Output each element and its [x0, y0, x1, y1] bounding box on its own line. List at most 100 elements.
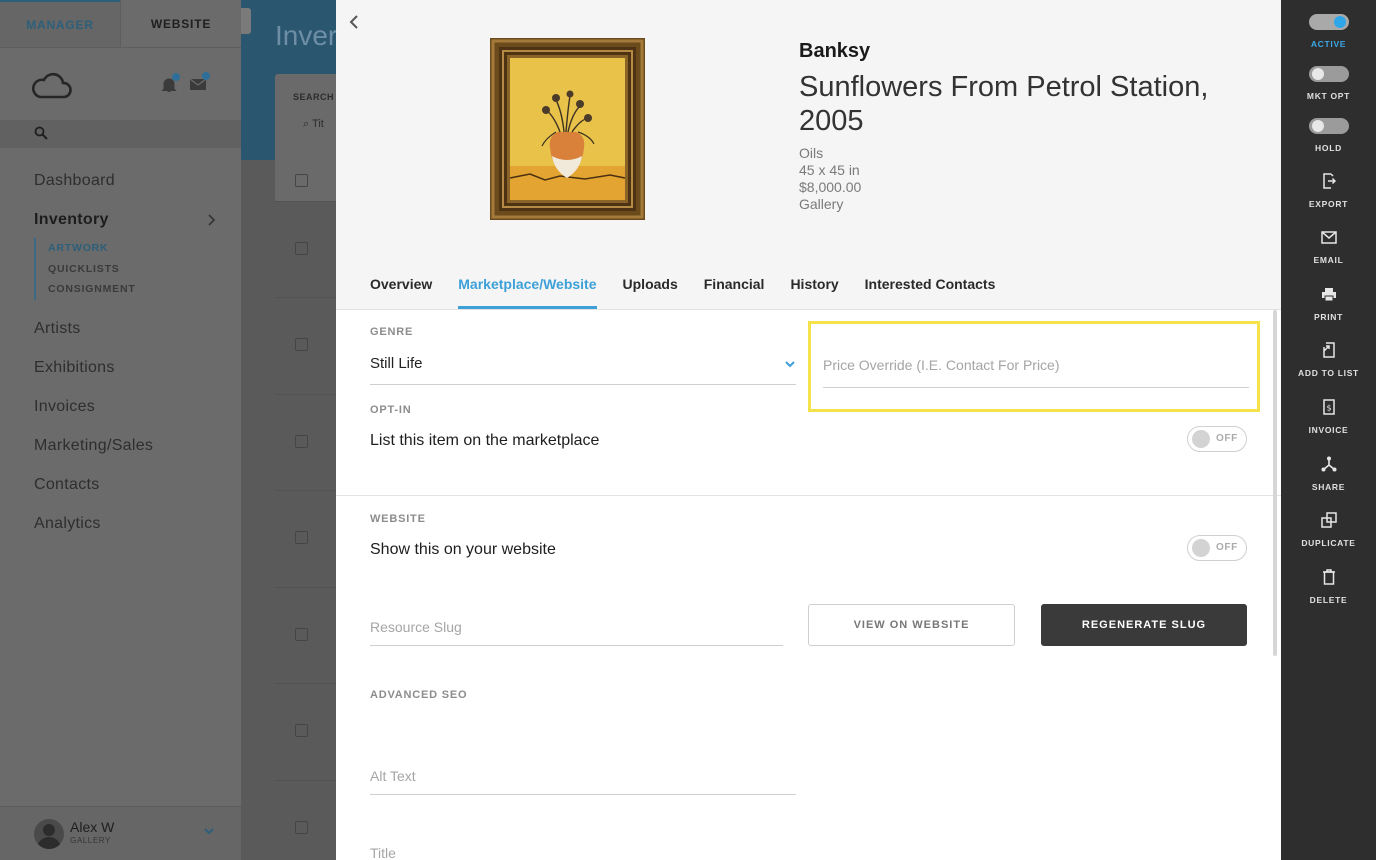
- resource-slug-input[interactable]: [370, 608, 783, 646]
- duplicate-label: DUPLICATE: [1301, 538, 1356, 548]
- artist-name: Banksy: [799, 40, 871, 62]
- delete-icon: [1281, 568, 1376, 586]
- messages-mail-icon[interactable]: [189, 72, 210, 97]
- table-row[interactable]: [275, 491, 336, 588]
- mkt-opt-toggle[interactable]: [1308, 66, 1349, 82]
- notifications-bell-icon[interactable]: [160, 73, 180, 99]
- advanced-seo-label: ADVANCED SEO: [370, 689, 468, 701]
- artwork-medium: Oils: [799, 145, 824, 161]
- artwork-title: Sunflowers From Petrol Station, 2005: [799, 71, 1209, 137]
- invoice-icon: $: [1281, 398, 1376, 416]
- table-row[interactable]: [275, 588, 336, 684]
- artwork-image[interactable]: [490, 38, 645, 220]
- sidebar-subitem-quicklists[interactable]: QUICKLISTS: [48, 259, 241, 280]
- email-label: EMAIL: [1313, 255, 1344, 265]
- sidebar-item-analytics[interactable]: Analytics: [0, 509, 241, 548]
- scrollbar[interactable]: [1273, 310, 1277, 656]
- collapse-sidebar-button[interactable]: [241, 8, 251, 34]
- row-checkbox[interactable]: [295, 531, 308, 544]
- hold-toggle-action[interactable]: HOLD: [1281, 118, 1376, 153]
- sidebar-item-invoices[interactable]: Invoices: [0, 392, 241, 431]
- table-row[interactable]: [275, 684, 336, 781]
- print-button[interactable]: PRINT: [1281, 285, 1376, 322]
- invoice-label: INVOICE: [1308, 425, 1349, 435]
- table-row[interactable]: [275, 298, 336, 395]
- search-icon: ⌕ Tit: [303, 118, 324, 130]
- table-row[interactable]: [275, 202, 336, 298]
- row-checkbox[interactable]: [295, 627, 308, 641]
- seo-title-input[interactable]: [370, 834, 796, 860]
- marketplace-toggle[interactable]: OFF: [1187, 426, 1247, 452]
- select-all-checkbox[interactable]: [295, 174, 308, 187]
- website-toggle[interactable]: OFF: [1187, 535, 1247, 561]
- cloud-logo-icon: [31, 70, 72, 105]
- tab-interested-contacts[interactable]: Interested Contacts: [865, 262, 996, 309]
- sidebar: MANAGER WEBSITE Dashboard Inventory ARTW…: [0, 0, 241, 860]
- export-button[interactable]: EXPORT: [1281, 172, 1376, 209]
- sidebar-item-inventory[interactable]: Inventory: [0, 205, 241, 244]
- price-override-input[interactable]: [823, 342, 1249, 388]
- sidebar-item-contacts[interactable]: Contacts: [0, 470, 241, 509]
- row-checkbox[interactable]: [295, 434, 308, 448]
- section-divider: [336, 495, 1281, 496]
- regenerate-slug-button[interactable]: REGENERATE SLUG: [1041, 604, 1247, 646]
- delete-label: DELETE: [1309, 595, 1348, 605]
- table-header-row: [275, 160, 336, 202]
- export-label: EXPORT: [1308, 199, 1349, 209]
- invoice-button[interactable]: $ INVOICE: [1281, 398, 1376, 435]
- export-icon: [1281, 172, 1376, 190]
- sidebar-item-artists[interactable]: Artists: [0, 314, 241, 353]
- mkt-opt-label: MKT OPT: [1306, 91, 1351, 101]
- artwork-dimensions: 45 x 45 in: [799, 162, 860, 178]
- inventory-table: [275, 160, 336, 860]
- hold-toggle[interactable]: [1308, 118, 1349, 134]
- sidebar-item-marketing-sales[interactable]: Marketing/Sales: [0, 431, 241, 470]
- row-checkbox[interactable]: [295, 242, 308, 255]
- email-button[interactable]: EMAIL: [1281, 228, 1376, 265]
- row-checkbox[interactable]: [295, 338, 308, 351]
- tab-history[interactable]: History: [790, 262, 838, 309]
- mkt-opt-toggle-action[interactable]: MKT OPT: [1281, 66, 1376, 101]
- view-on-website-button[interactable]: VIEW ON WEBSITE: [808, 604, 1015, 646]
- detail-tabs: Overview Marketplace/Website Uploads Fin…: [370, 262, 1021, 309]
- tab-overview[interactable]: Overview: [370, 262, 432, 309]
- add-to-list-button[interactable]: ADD TO LIST: [1281, 341, 1376, 378]
- tab-manager[interactable]: MANAGER: [0, 0, 120, 47]
- table-row[interactable]: [275, 395, 336, 491]
- back-chevron-icon[interactable]: [348, 12, 368, 36]
- user-role: GALLERY: [70, 836, 111, 845]
- share-icon: [1281, 455, 1376, 473]
- row-checkbox[interactable]: [295, 820, 308, 834]
- tab-website[interactable]: WEBSITE: [120, 0, 241, 47]
- notification-dot: [172, 73, 180, 81]
- website-label: WEBSITE: [370, 513, 426, 525]
- website-show-text: Show this on your website: [370, 541, 556, 558]
- sidebar-item-exhibitions[interactable]: Exhibitions: [0, 353, 241, 392]
- sidebar-subitem-consignment[interactable]: CONSIGNMENT: [48, 279, 241, 300]
- duplicate-button[interactable]: DUPLICATE: [1281, 511, 1376, 548]
- table-row[interactable]: [275, 781, 336, 860]
- share-button[interactable]: SHARE: [1281, 455, 1376, 492]
- action-bar: ACTIVE MKT OPT HOLD EXPORT EMAIL PRINT A…: [1281, 0, 1376, 860]
- tab-uploads[interactable]: Uploads: [623, 262, 678, 309]
- chevron-right-icon: [207, 205, 217, 244]
- user-menu[interactable]: Alex W GALLERY: [0, 806, 241, 860]
- avatar: [34, 819, 64, 849]
- active-toggle-action[interactable]: ACTIVE: [1281, 14, 1376, 49]
- tab-marketplace-website[interactable]: Marketplace/Website: [458, 262, 597, 309]
- row-checkbox[interactable]: [295, 724, 308, 737]
- sidebar-search[interactable]: [0, 120, 241, 148]
- add-to-list-icon: [1281, 341, 1376, 359]
- genre-select[interactable]: Still Life: [370, 347, 796, 385]
- optin-text: List this item on the marketplace: [370, 432, 600, 449]
- active-toggle[interactable]: [1308, 14, 1349, 30]
- alt-text-input[interactable]: [370, 757, 796, 795]
- sidebar-item-dashboard[interactable]: Dashboard: [0, 166, 241, 205]
- delete-button[interactable]: DELETE: [1281, 568, 1376, 605]
- artwork-detail-panel: Banksy Sunflowers From Petrol Station, 2…: [336, 0, 1281, 860]
- email-icon: [1281, 228, 1376, 246]
- print-label: PRINT: [1314, 312, 1343, 322]
- tab-financial[interactable]: Financial: [704, 262, 765, 309]
- sidebar-item-label: Inventory: [34, 211, 109, 228]
- chevron-down-icon[interactable]: [203, 824, 215, 842]
